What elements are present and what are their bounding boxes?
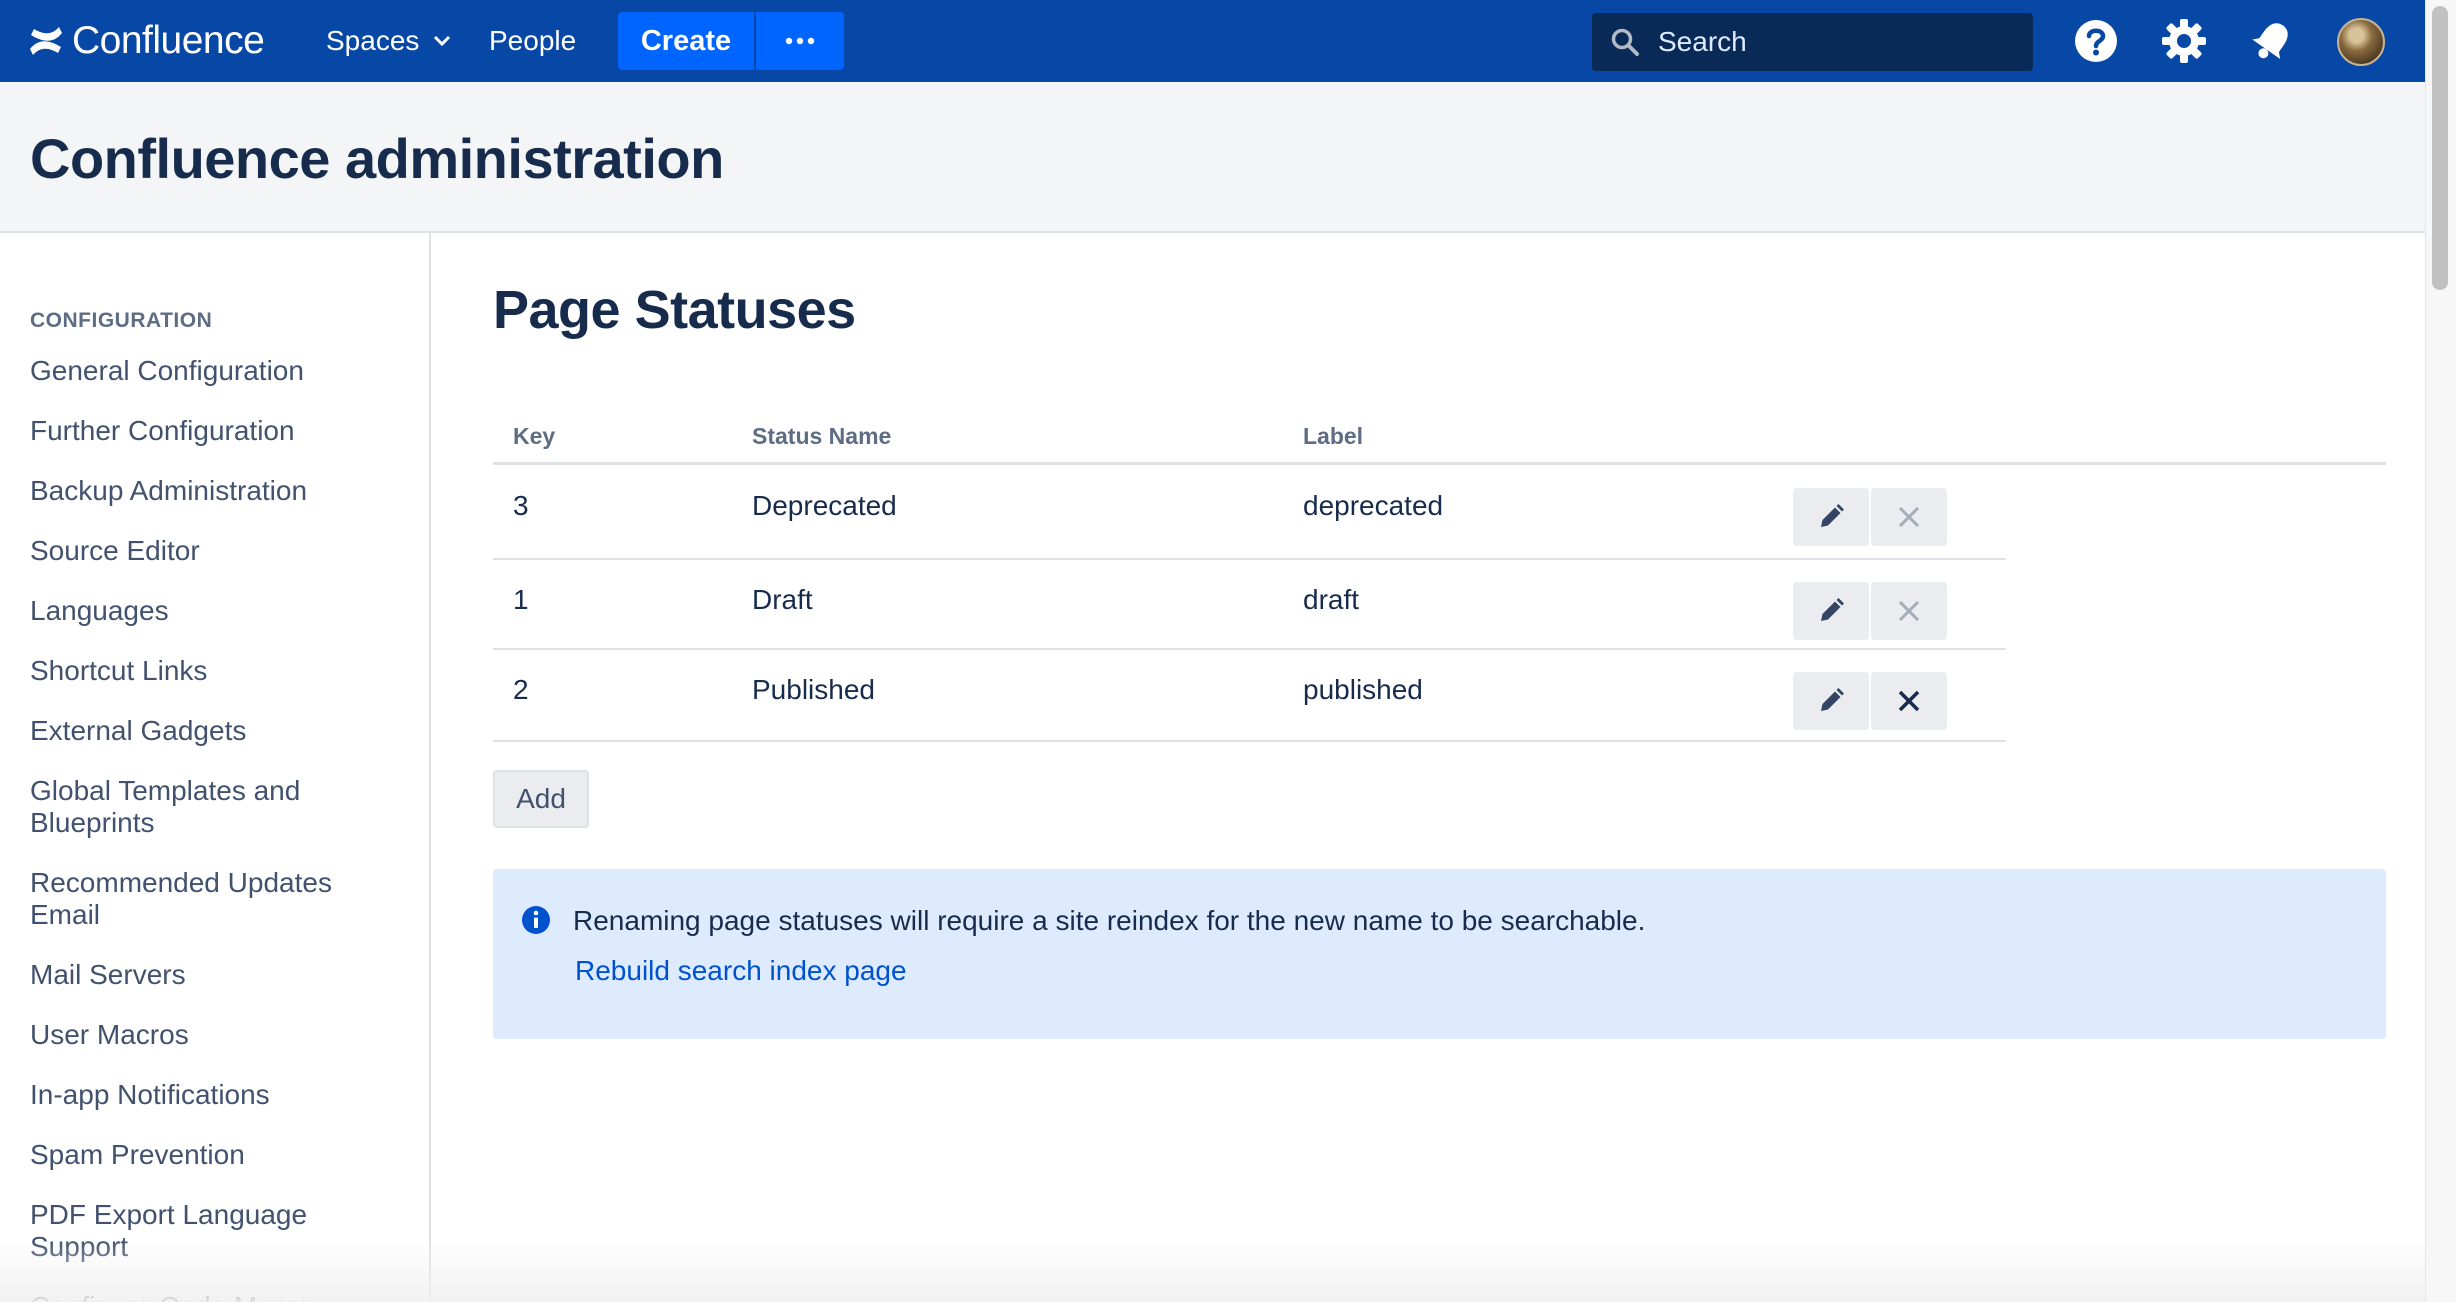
sidebar-item-user-macros[interactable]: User Macros — [30, 1019, 390, 1051]
delete-button-disabled — [1871, 582, 1947, 640]
gear-icon[interactable] — [2161, 18, 2207, 64]
sidebar-item-spam-prevention[interactable]: Spam Prevention — [30, 1139, 390, 1171]
info-message-text: Renaming page statuses will require a si… — [573, 905, 1646, 936]
sidebar-item-in-app-notifications[interactable]: In-app Notifications — [30, 1079, 390, 1111]
spaces-menu[interactable]: Spaces — [326, 0, 451, 82]
column-header-status-name: Status Name — [752, 423, 892, 449]
sidebar-item-languages[interactable]: Languages — [30, 595, 390, 627]
info-message: Renaming page statuses will require a si… — [493, 869, 2386, 1039]
row-key: 1 — [513, 584, 529, 615]
add-status-button[interactable]: Add — [493, 770, 589, 828]
brand-name: Confluence — [72, 19, 265, 62]
main-content: Page Statuses Key Status Name Label 3 De… — [433, 233, 2425, 1302]
top-navigation: Confluence Spaces People Create — [0, 0, 2425, 82]
row-status-name: Published — [752, 674, 875, 705]
row-label: draft — [1303, 584, 1360, 615]
admin-title: Confluence administration — [30, 127, 724, 190]
people-link[interactable]: People — [489, 0, 576, 82]
avatar[interactable] — [2337, 18, 2385, 66]
row-status-name: Deprecated — [752, 490, 897, 521]
table-row: 1 Draft draft — [493, 562, 2006, 650]
edit-button[interactable] — [1793, 582, 1869, 640]
sidebar-heading-configuration: CONFIGURATION — [30, 309, 213, 332]
create-button[interactable]: Create — [618, 12, 754, 70]
column-header-label: Label — [1303, 423, 1364, 449]
sidebar-item-recommended-updates-email[interactable]: Recommended Updates Email — [30, 867, 370, 931]
sidebar-item-backup-administration[interactable]: Backup Administration — [30, 475, 390, 507]
search-icon — [1611, 28, 1639, 56]
close-icon — [1898, 690, 1920, 712]
pencil-icon — [1821, 688, 1844, 711]
row-status-name: Draft — [752, 584, 813, 615]
pencil-icon — [1821, 504, 1844, 527]
more-icon — [785, 37, 815, 45]
chevron-down-icon — [434, 35, 451, 47]
row-key: 2 — [513, 674, 529, 705]
confluence-logo-icon — [30, 27, 62, 55]
rebuild-search-index-link[interactable]: Rebuild search index page — [575, 955, 907, 987]
notification-icon[interactable] — [2249, 18, 2295, 64]
table-row: 3 Deprecated deprecated — [493, 468, 2006, 560]
close-icon — [1898, 600, 1920, 622]
scrollbar-thumb[interactable] — [2432, 6, 2448, 290]
row-label: deprecated — [1303, 490, 1444, 521]
edit-button[interactable] — [1793, 672, 1869, 730]
statuses-table-header: Key Status Name Label — [493, 423, 2386, 465]
page-title: Page Statuses — [493, 280, 856, 340]
pencil-icon — [1821, 598, 1844, 621]
column-header-key: Key — [513, 423, 556, 449]
sidebar-item-pdf-export-language-support[interactable]: PDF Export Language Support — [30, 1199, 330, 1263]
sidebar-item-general-configuration[interactable]: General Configuration — [30, 355, 390, 387]
table-row: 2 Published published — [493, 652, 2006, 742]
delete-button-disabled — [1871, 488, 1947, 546]
create-more-button[interactable] — [756, 12, 844, 70]
close-icon — [1898, 506, 1920, 528]
delete-button[interactable] — [1871, 672, 1947, 730]
row-key: 3 — [513, 490, 529, 521]
sidebar-item-global-templates[interactable]: Global Templates and Blueprints — [30, 775, 330, 839]
sidebar-item-further-configuration[interactable]: Further Configuration — [30, 415, 390, 447]
sidebar-item-source-editor[interactable]: Source Editor — [30, 535, 390, 567]
admin-header: Confluence administration — [0, 82, 2425, 233]
row-label: published — [1303, 674, 1423, 705]
spaces-label: Spaces — [326, 25, 420, 56]
confluence-logo[interactable]: Confluence — [28, 0, 265, 82]
search-input[interactable] — [1658, 26, 1998, 58]
sidebar-item-external-gadgets[interactable]: External Gadgets — [30, 715, 390, 747]
info-icon — [522, 906, 550, 934]
admin-sidebar: CONFIGURATION General Configuration Furt… — [0, 233, 431, 1302]
sidebar-item-shortcut-links[interactable]: Shortcut Links — [30, 655, 390, 687]
sidebar-item-configure-code-macro[interactable]: Configure Code Macro — [30, 1291, 390, 1302]
help-icon[interactable] — [2073, 18, 2119, 64]
edit-button[interactable] — [1793, 488, 1869, 546]
sidebar-item-mail-servers[interactable]: Mail Servers — [30, 959, 390, 991]
search-box[interactable] — [1592, 13, 2033, 71]
